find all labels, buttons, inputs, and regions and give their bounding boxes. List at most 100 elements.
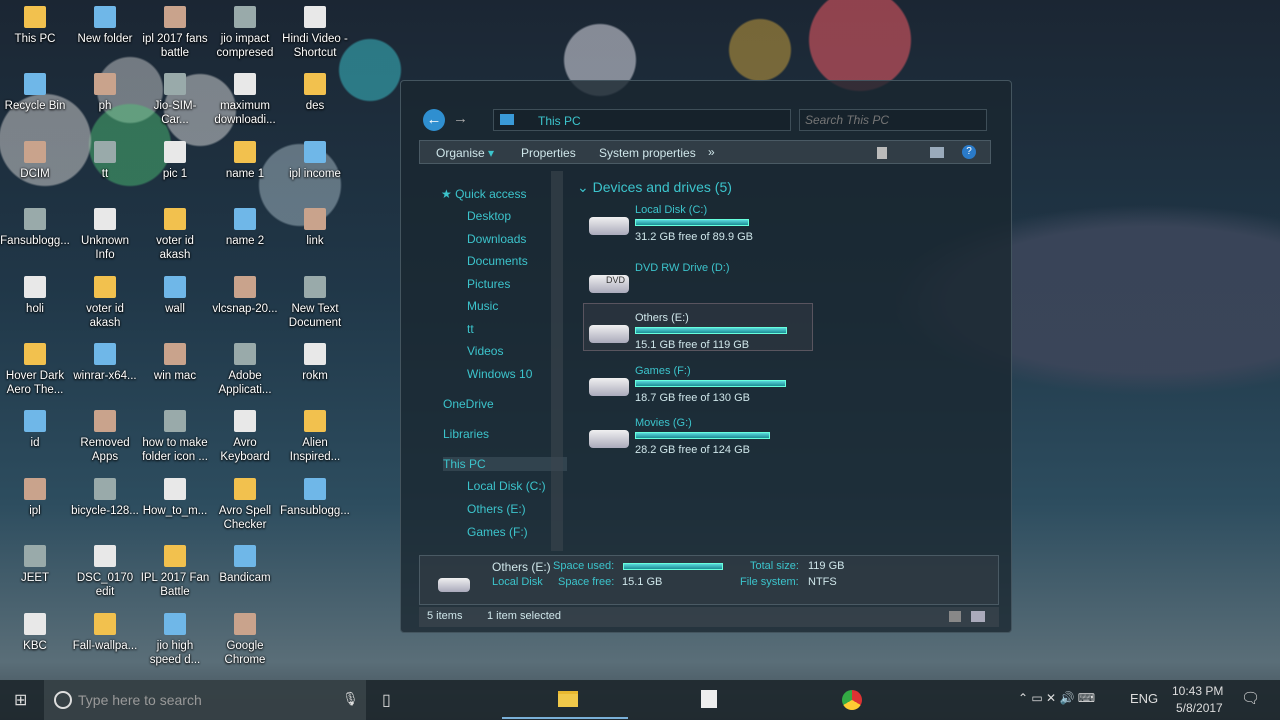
active-indicator [502,717,628,719]
file-icon [304,275,326,298]
clock-time[interactable]: 10:43 PM [1172,684,1223,698]
desktop-icon[interactable]: pic 1 [140,140,210,181]
search-input[interactable] [799,109,987,131]
nav-drive[interactable]: Games (F:) [467,525,528,539]
search-box[interactable]: Type here to search 🎙 [44,680,366,720]
desktop-icon[interactable]: DSC_0170 edit [70,545,140,599]
details-type: Local Disk [492,576,543,588]
desktop-icon[interactable]: ipl 2017 fans battle [140,6,210,60]
organise-menu[interactable]: Organise ▾ [436,146,494,160]
desktop-icon[interactable]: IPL 2017 Fan Battle [140,545,210,599]
desktop-icon[interactable]: vlcsnap-20... [210,275,280,316]
desktop-icon[interactable]: Fansublogg... [280,477,350,518]
large-icons-view-icon[interactable] [971,611,985,622]
desktop-icon[interactable]: Avro Spell Checker [210,477,280,532]
desktop-icon[interactable]: New folder [70,6,140,46]
more-button[interactable]: » [708,145,715,159]
desktop-icon[interactable]: Recycle Bin [0,73,70,113]
desktop-icon[interactable]: voter id akash [70,275,140,330]
desktop-icon[interactable]: Avro Keyboard [210,410,280,464]
back-button[interactable]: ← [423,109,445,131]
desktop-icon[interactable]: Google Chrome [210,612,280,667]
forward-button[interactable]: → [453,110,468,127]
desktop-icon[interactable]: Alien Inspired... [280,410,350,464]
desktop-icon[interactable]: ph [70,73,140,113]
desktop-icon-label: winrar-x64... [73,370,137,382]
start-button[interactable]: ⊞ [14,690,27,710]
hard-drive-icon [589,430,629,448]
nav-onedrive[interactable]: OneDrive [443,397,494,411]
desktop-icon[interactable]: bicycle-128... [70,477,140,518]
nav-item[interactable]: Videos [467,344,503,358]
view-options-icon[interactable] [877,147,887,159]
nav-item[interactable]: Music [467,299,498,313]
address-bar[interactable]: This PC [493,109,791,131]
nav-item[interactable]: Downloads [467,232,526,246]
nav-drive[interactable]: Others (E:) [467,502,526,516]
microphone-icon[interactable]: 🎙 [342,691,359,707]
nav-item[interactable]: Windows 10 [467,367,532,381]
desktop-icon[interactable]: winrar-x64... [70,343,140,383]
desktop-icon[interactable]: DCIM [0,140,70,181]
file-icon [304,343,326,365]
nav-drive[interactable]: Local Disk (C:) [467,479,546,493]
desktop-icon[interactable]: how to make folder icon ... [140,410,210,464]
properties-button[interactable]: Properties [521,146,576,160]
chrome-icon[interactable] [842,690,862,710]
desktop-icon[interactable]: JEET [0,545,70,585]
system-properties-button[interactable]: System properties [599,146,696,160]
desktop-icon[interactable]: wall [140,275,210,316]
help-icon[interactable]: ? [962,145,976,159]
desktop-icon-label: ph [98,100,112,113]
nav-this-pc[interactable]: This PC [443,457,567,471]
desktop-icon[interactable]: Hover Dark Aero The... [0,343,70,397]
desktop-icon[interactable]: win mac [140,343,210,383]
desktop-icon[interactable]: name 1 [210,140,280,181]
desktop-icon-label: Avro Keyboard [220,437,270,464]
file-explorer-taskbar-icon[interactable] [558,691,578,707]
desktop-icon[interactable]: KBC [0,612,70,653]
desktop-icon[interactable]: maximum downloadi... [210,73,280,127]
desktop-icon[interactable]: Bandicam [210,545,280,585]
desktop-icon[interactable]: ipl [0,477,70,518]
quick-access[interactable]: ★ Quick access [441,187,526,201]
store-icon[interactable] [701,690,717,708]
desktop-icon-label: pic 1 [162,167,188,180]
language-indicator[interactable]: ENG [1130,691,1158,706]
desktop-icon[interactable]: des [280,73,350,113]
nav-item[interactable]: tt [467,322,474,336]
clock-date[interactable]: 5/8/2017 [1176,701,1223,715]
drive-name: Movies (G:) [635,417,692,429]
desktop-icon[interactable]: Fansublogg... [0,208,70,248]
desktop-icon[interactable]: Fall-wallpa... [70,612,140,653]
nav-item[interactable]: Desktop [467,209,511,223]
desktop-icon[interactable]: voter id akash [140,208,210,262]
desktop-icon[interactable]: link [280,208,350,248]
desktop-icon[interactable]: How_to_m... [140,477,210,518]
desktop-icon[interactable]: Adobe Applicati... [210,343,280,397]
desktop-icon[interactable]: Unknown Info [70,208,140,262]
details-view-icon[interactable] [949,611,961,622]
nav-scrollbar[interactable] [551,171,563,551]
tray-icons[interactable]: ⌃ ▭ ✕ 🔊 ⌨ [1018,691,1095,705]
desktop-icon[interactable]: jio impact compresed [210,6,280,60]
desktop-icon[interactable]: tt [70,140,140,181]
desktop-icon[interactable]: name 2 [210,208,280,248]
desktop-icon[interactable]: id [0,410,70,450]
desktop-icon[interactable]: Hindi Video - Shortcut [280,6,350,60]
preview-pane-icon[interactable] [930,147,944,158]
desktop-icon[interactable]: holi [0,275,70,316]
notifications-icon[interactable]: 🗨 [1241,689,1260,707]
nav-libraries[interactable]: Libraries [443,427,489,441]
desktop-icon[interactable]: Removed Apps [70,410,140,464]
nav-item[interactable]: Pictures [467,277,510,291]
nav-item[interactable]: Documents [467,254,528,268]
group-header[interactable]: ⌄ Devices and drives (5) [577,179,732,196]
task-view-icon[interactable]: ▯ [382,690,391,710]
desktop-icon[interactable]: ipl income [280,140,350,181]
desktop-icon[interactable]: Jio-SIM-Car... [140,73,210,127]
desktop-icon[interactable]: rokm [280,343,350,383]
desktop-icon[interactable]: jio high speed d... [140,612,210,667]
desktop-icon[interactable]: This PC [0,6,70,46]
desktop-icon[interactable]: New Text Document [280,275,350,330]
